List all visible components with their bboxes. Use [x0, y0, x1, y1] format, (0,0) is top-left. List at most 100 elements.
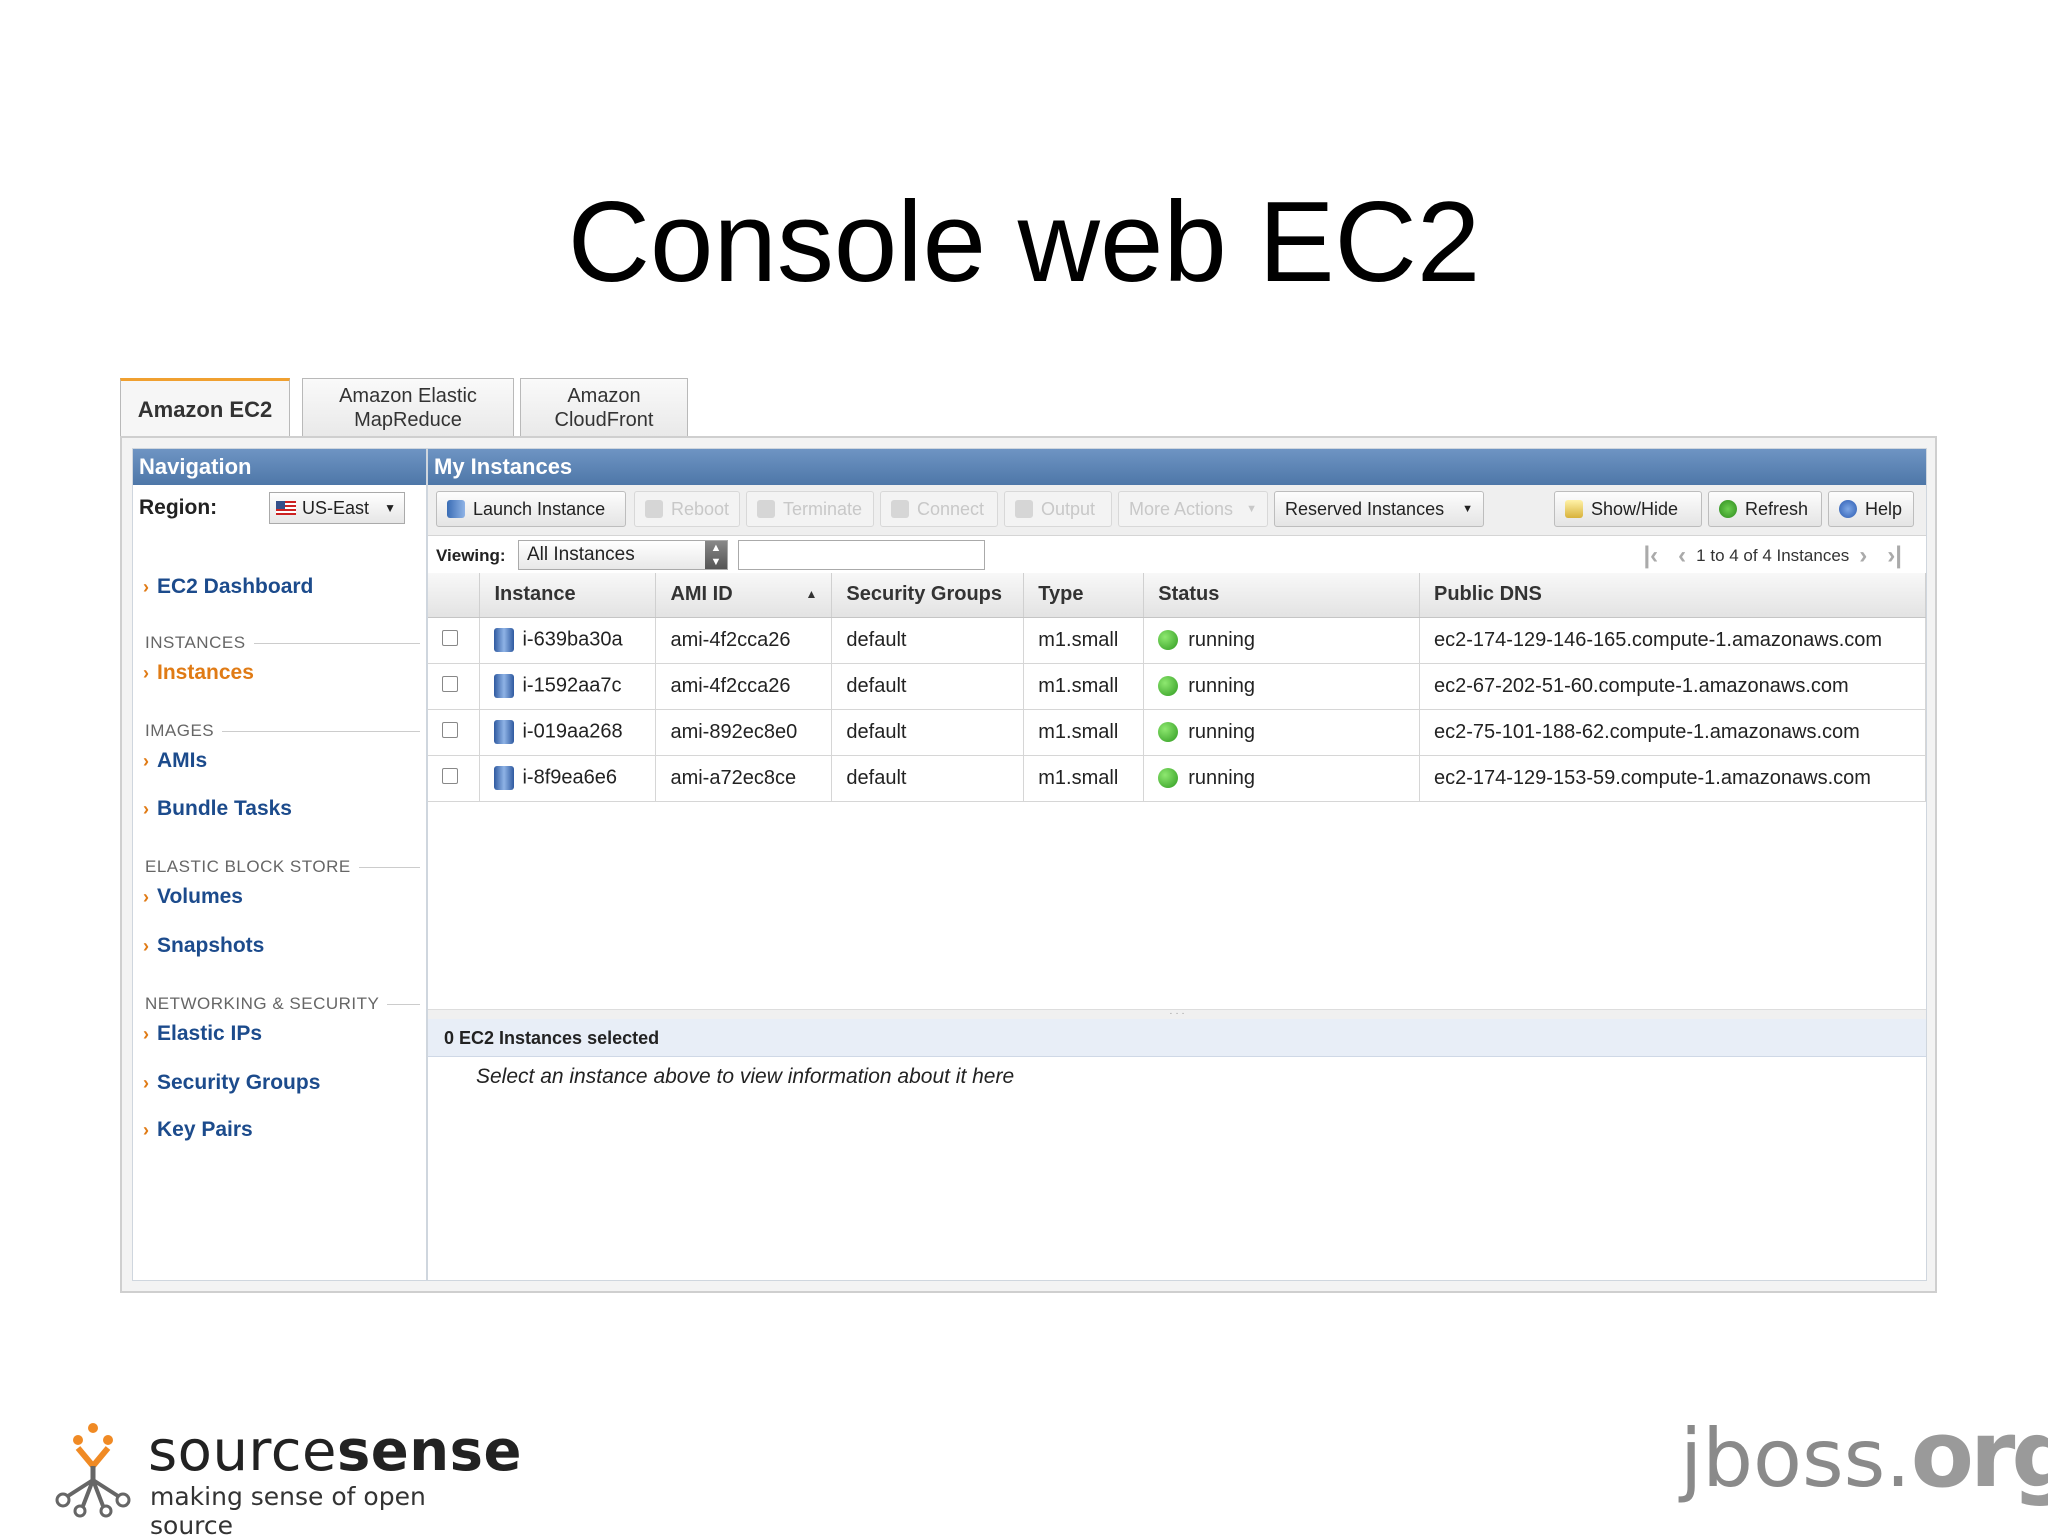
sourcesense-tagline: making sense of open source	[150, 1482, 426, 1540]
nav-volumes[interactable]: › Volumes	[143, 885, 243, 909]
previous-page-icon[interactable]: ‹	[1678, 542, 1686, 570]
public-dns-cell: ec2-75-101-188-62.compute-1.amazonaws.co…	[1419, 709, 1926, 756]
table-row[interactable]: i-639ba30a ami-4f2cca26 default m1.small…	[428, 617, 1926, 664]
nav-bundle-tasks[interactable]: › Bundle Tasks	[143, 797, 292, 821]
security-group-cell: default	[831, 663, 1025, 710]
terminate-icon	[757, 500, 775, 518]
terminate-button[interactable]: Terminate	[746, 491, 874, 527]
public-dns-cell: ec2-67-202-51-60.compute-1.amazonaws.com	[1419, 663, 1926, 710]
chevron-right-icon: ›	[143, 886, 149, 907]
tab-cloudfront[interactable]: Amazon CloudFront	[520, 378, 688, 436]
nav-security-groups[interactable]: › Security Groups	[143, 1071, 320, 1095]
nav-amis[interactable]: › AMIs	[143, 749, 207, 773]
reserved-instances-button[interactable]: Reserved Instances ▼	[1274, 491, 1484, 527]
ec2-console: Amazon EC2 Amazon Elastic MapReduce Amaz…	[120, 378, 1937, 1293]
last-page-icon[interactable]: ›|	[1887, 542, 1902, 570]
pager: |‹ ‹ 1 to 4 of 4 Instances › ›|	[1633, 542, 1912, 570]
type-cell: m1.small	[1023, 617, 1145, 664]
public-dns-cell: ec2-174-129-146-165.compute-1.amazonaws.…	[1419, 617, 1926, 664]
reboot-button[interactable]: Reboot	[634, 491, 740, 527]
nav-elastic-ips[interactable]: › Elastic IPs	[143, 1022, 262, 1046]
slide-title: Console web EC2	[567, 179, 1481, 306]
dropdown-arrow-icon: ▼	[1462, 503, 1473, 515]
nav-instances[interactable]: › Instances	[143, 661, 254, 685]
pager-text: 1 to 4 of 4 Instances	[1696, 546, 1850, 565]
ami-id-cell: ami-4f2cca26	[655, 617, 833, 664]
nav-key-pairs[interactable]: › Key Pairs	[143, 1118, 253, 1142]
ami-id-cell: ami-892ec8e0	[655, 709, 833, 756]
select-spinner-icon: ▲ ▼	[705, 541, 727, 569]
table-row[interactable]: i-8f9ea6e6 ami-a72ec8ce default m1.small…	[428, 755, 1926, 802]
selection-hint-text: Select an instance above to view informa…	[476, 1065, 1015, 1088]
showhide-icon	[1565, 500, 1583, 518]
table-header-row: Instance AMI ID ▲ Security Groups Type St…	[428, 573, 1926, 618]
status-running-icon	[1158, 630, 1179, 651]
ami-id-cell: ami-a72ec8ce	[655, 755, 833, 802]
row-checkbox[interactable]	[442, 629, 458, 646]
ami-id-cell: ami-4f2cca26	[655, 663, 833, 710]
status-running-icon	[1158, 676, 1179, 697]
next-page-icon[interactable]: ›	[1859, 542, 1867, 570]
jboss-org-logo: jboss.org	[1680, 1401, 2048, 1508]
region-value: US-East	[302, 497, 370, 518]
row-checkbox[interactable]	[442, 767, 458, 784]
navigation-sidebar: Navigation Region: US-East ▼ › EC2 Dashbo…	[132, 448, 427, 1281]
security-group-cell: default	[831, 617, 1025, 664]
navigation-header: Navigation	[133, 449, 426, 485]
nav-snapshots[interactable]: › Snapshots	[143, 934, 264, 958]
security-group-cell: default	[831, 755, 1025, 802]
instance-icon	[494, 720, 515, 744]
reboot-icon	[645, 500, 663, 518]
column-header-instance[interactable]: Instance	[479, 573, 657, 618]
chevron-right-icon: ›	[143, 935, 149, 956]
row-checkbox[interactable]	[442, 721, 458, 738]
chevron-right-icon: ›	[143, 1072, 149, 1093]
sourcesense-mark-icon	[55, 1423, 131, 1518]
column-header-security-groups[interactable]: Security Groups	[831, 573, 1025, 618]
refresh-button[interactable]: Refresh	[1708, 491, 1822, 527]
column-header-type[interactable]: Type	[1023, 573, 1145, 618]
public-dns-cell: ec2-174-129-153-59.compute-1.amazonaws.c…	[1419, 755, 1926, 802]
first-page-icon[interactable]: |‹	[1643, 542, 1658, 570]
us-flag-icon	[276, 501, 296, 515]
row-checkbox[interactable]	[442, 675, 458, 692]
my-instances-panel: My Instances Launch Instance Reboot Term…	[427, 448, 1927, 1281]
viewing-select[interactable]: All Instances ▲ ▼	[518, 540, 728, 570]
type-cell: m1.small	[1023, 663, 1145, 710]
table-row[interactable]: i-1592aa7c ami-4f2cca26 default m1.small…	[428, 663, 1926, 710]
viewing-bar: Viewing: All Instances ▲ ▼ |‹ ‹ 1 to 4 of …	[428, 536, 1926, 575]
select-column-header	[428, 573, 481, 618]
column-header-ami-id[interactable]: AMI ID ▲	[655, 573, 833, 618]
type-cell: m1.small	[1023, 755, 1145, 802]
refresh-icon	[1719, 500, 1737, 518]
connect-icon	[891, 500, 909, 518]
type-cell: m1.small	[1023, 709, 1145, 756]
output-button[interactable]: Output	[1004, 491, 1112, 527]
chevron-right-icon: ›	[143, 576, 149, 597]
section-instances: INSTANCES	[145, 633, 420, 653]
chevron-right-icon: ›	[143, 798, 149, 819]
tab-amazon-ec2[interactable]: Amazon EC2	[120, 378, 290, 438]
instance-icon	[494, 766, 515, 790]
instances-table: Instance AMI ID ▲ Security Groups Type St…	[428, 573, 1926, 802]
status-running-icon	[1158, 768, 1179, 789]
dropdown-arrow-icon: ▼	[384, 501, 396, 515]
connect-button[interactable]: Connect	[880, 491, 998, 527]
tab-elastic-mapreduce[interactable]: Amazon Elastic MapReduce	[302, 378, 514, 436]
showhide-button[interactable]: Show/Hide	[1554, 491, 1702, 527]
help-button[interactable]: Help	[1828, 491, 1914, 527]
launch-instance-button[interactable]: Launch Instance	[436, 491, 626, 527]
table-row[interactable]: i-019aa268 ami-892ec8e0 default m1.small…	[428, 709, 1926, 756]
region-row: Region: US-East ▼	[133, 485, 426, 531]
help-icon	[1839, 500, 1857, 518]
nav-ec2-dashboard[interactable]: › EC2 Dashboard	[143, 575, 313, 599]
instances-toolbar: Launch Instance Reboot Terminate Connect…	[428, 485, 1926, 536]
more-actions-button[interactable]: More Actions ▼	[1118, 491, 1268, 527]
column-header-public-dns[interactable]: Public DNS	[1419, 573, 1926, 618]
viewing-label: Viewing:	[436, 546, 506, 565]
region-select[interactable]: US-East ▼	[269, 492, 405, 524]
instance-icon	[494, 674, 515, 698]
filter-input[interactable]	[738, 540, 985, 570]
column-header-status[interactable]: Status	[1143, 573, 1420, 618]
selection-count-header: 0 EC2 Instances selected	[428, 1019, 1926, 1057]
